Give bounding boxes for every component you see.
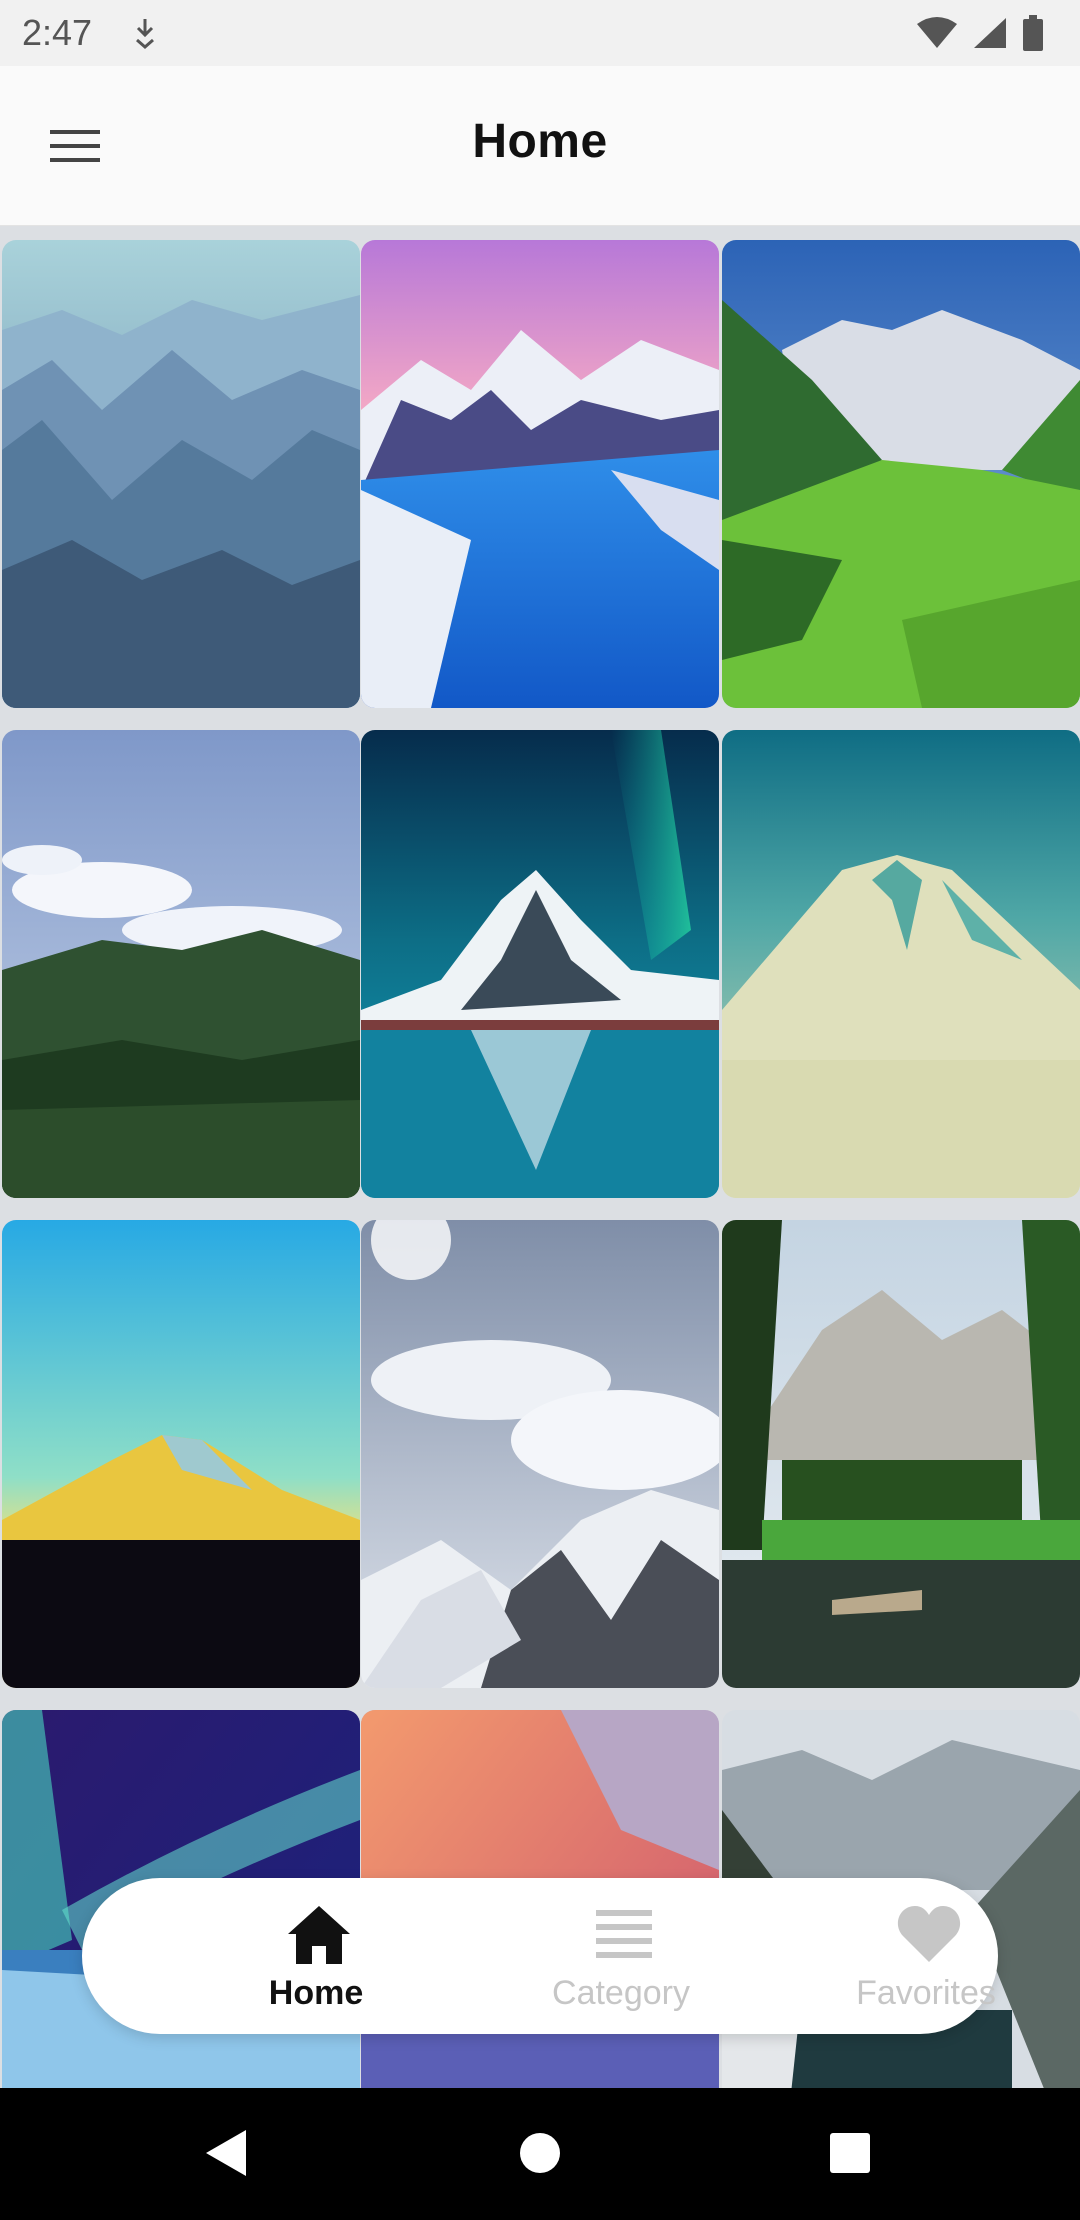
status-bar: 2:47	[0, 0, 1080, 66]
wallpaper-image	[2, 730, 360, 1198]
home-circle-icon[interactable]	[505, 2118, 575, 2188]
wallpaper-image	[361, 1220, 719, 1688]
nav-label-home: Home	[268, 1974, 364, 2012]
page-title: Home	[472, 115, 608, 168]
wallpaper-image	[361, 730, 719, 1198]
nav-label-category: Category	[552, 1974, 690, 2012]
status-time: 2:47	[22, 12, 93, 53]
wallpaper-image	[722, 240, 1080, 708]
wallpaper-tile[interactable]	[722, 240, 1080, 708]
wallpaper-tile[interactable]	[361, 1220, 719, 1688]
battery-icon	[1023, 15, 1043, 51]
wallpaper-tile[interactable]	[2, 240, 360, 708]
download-icon	[136, 19, 154, 49]
nav-label-favorites: Favorites	[856, 1974, 996, 2012]
wallpaper-image	[361, 240, 719, 708]
screen: 2:47 Home Home Category Favorites	[0, 0, 1080, 2220]
recents-square-icon[interactable]	[815, 2118, 885, 2188]
wallpaper-tile[interactable]	[2, 730, 360, 1198]
nav-item-home[interactable]: Home	[186, 1878, 446, 2034]
wallpaper-tile[interactable]	[361, 730, 719, 1198]
category-list-icon	[596, 1910, 652, 1958]
app-bar: Home	[0, 66, 1080, 226]
heart-icon	[897, 1906, 961, 1962]
wallpaper-tile[interactable]	[361, 240, 719, 708]
nav-item-category[interactable]: Category	[491, 1878, 751, 2034]
wallpaper-tile[interactable]	[2, 1220, 360, 1688]
bottom-navigation: Home Category Favorites	[82, 1878, 998, 2034]
wallpaper-image	[2, 240, 360, 708]
system-navigation-bar	[0, 2088, 1080, 2220]
signal-icon	[974, 18, 1006, 48]
nav-item-favorites[interactable]: Favorites	[796, 1878, 1056, 2034]
home-icon	[288, 1906, 350, 1964]
status-icons	[916, 14, 1044, 52]
wallpaper-image	[722, 1220, 1080, 1688]
back-icon[interactable]	[190, 2118, 260, 2188]
wallpaper-tile[interactable]	[722, 730, 1080, 1198]
wallpaper-tile[interactable]	[722, 1220, 1080, 1688]
wallpaper-grid	[0, 238, 1080, 2178]
wallpaper-image	[722, 730, 1080, 1198]
wallpaper-image	[2, 1220, 360, 1688]
wifi-icon	[917, 17, 957, 48]
